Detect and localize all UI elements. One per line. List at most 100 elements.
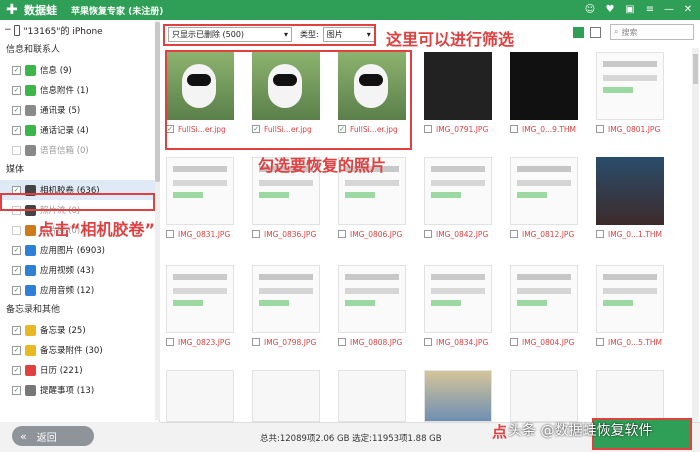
thumbnail-item[interactable]	[424, 370, 492, 422]
thumbnail-image[interactable]	[252, 265, 320, 333]
checkbox[interactable]	[424, 230, 432, 238]
grid-view-icon[interactable]	[573, 27, 584, 38]
sidebar-scroll-thumb[interactable]	[155, 22, 160, 182]
thumbnail-image[interactable]	[596, 370, 664, 422]
checkbox[interactable]	[596, 125, 604, 133]
thumbnail-item[interactable]: IMG_0842.JPG	[424, 157, 492, 241]
thumbnail-item[interactable]: IMG_0...9.THM	[510, 52, 578, 136]
thumbnail-image[interactable]	[510, 265, 578, 333]
search-box[interactable]: ⌕ 搜索	[610, 24, 694, 40]
thumbnail-item[interactable]	[166, 370, 234, 422]
sidebar-item[interactable]: ✓ 应用视频 (43)	[0, 260, 159, 280]
checkbox[interactable]: ✓	[12, 85, 21, 95]
thumbnail-item[interactable]: IMG_0801.JPG	[596, 52, 664, 136]
checkbox[interactable]	[12, 225, 21, 235]
sidebar-item[interactable]: ✓ 应用图片 (6903)	[0, 240, 159, 260]
checkbox[interactable]	[252, 230, 260, 238]
thumbnail-item[interactable]	[510, 370, 578, 422]
checkbox[interactable]	[510, 230, 518, 238]
sidebar-item[interactable]: ✓ 通话记录 (4)	[0, 120, 159, 140]
thumbnail-image[interactable]	[166, 157, 234, 225]
list-view-icon[interactable]	[590, 27, 601, 38]
thumbnail-label: IMG_0831.JPG	[166, 227, 234, 241]
checkbox[interactable]	[166, 338, 174, 346]
sidebar-item[interactable]: ✓ 备忘录附件 (30)	[0, 340, 159, 360]
thumbnail-image[interactable]	[424, 52, 492, 120]
thumbnail-item[interactable]: IMG_0823.JPG	[166, 265, 234, 349]
sidebar-item[interactable]: ✓ 通讯录 (5)	[0, 100, 159, 120]
thumbnail-item[interactable]: IMG_0804.JPG	[510, 265, 578, 349]
thumbnail-image[interactable]	[596, 157, 664, 225]
checkbox[interactable]	[338, 338, 346, 346]
grid-scrollbar[interactable]	[692, 48, 699, 422]
collapse-icon[interactable]: −	[4, 25, 12, 35]
minimize-icon[interactable]: —	[662, 3, 676, 17]
checkbox[interactable]	[166, 230, 174, 238]
thumbnail-item[interactable]	[596, 370, 664, 422]
sidebar-item[interactable]: ✓ 应用音频 (12)	[0, 280, 159, 300]
checkbox[interactable]	[338, 230, 346, 238]
thumbnail-image[interactable]	[424, 265, 492, 333]
checkbox[interactable]: ✓	[12, 385, 21, 395]
checkbox[interactable]: ✓	[12, 345, 21, 355]
checkbox[interactable]	[510, 125, 518, 133]
thumbnail-item[interactable]	[338, 370, 406, 422]
close-icon[interactable]: ✕	[681, 3, 695, 17]
file-name: IMG_0834.JPG	[436, 337, 489, 347]
thumbnail-item[interactable]	[252, 370, 320, 422]
checkbox[interactable]	[596, 338, 604, 346]
checkbox[interactable]: ✓	[12, 125, 21, 135]
checkbox[interactable]	[424, 125, 432, 133]
checkbox[interactable]: ✓	[12, 65, 21, 75]
thumbnail-item[interactable]: IMG_0798.JPG	[252, 265, 320, 349]
back-label: 返回	[36, 432, 57, 444]
user-icon[interactable]: ☺	[583, 3, 597, 17]
file-name: IMG_0801.JPG	[608, 124, 661, 134]
grid-scroll-thumb[interactable]	[693, 54, 698, 84]
thumbnail-item[interactable]: IMG_0791.JPG	[424, 52, 492, 136]
checkbox[interactable]: ✓	[12, 365, 21, 375]
search-input[interactable]: 搜索	[621, 27, 637, 38]
thumbnail-image[interactable]	[510, 370, 578, 422]
thumbnail-image[interactable]	[338, 370, 406, 422]
checkbox[interactable]	[424, 338, 432, 346]
checkbox[interactable]	[596, 230, 604, 238]
thumbnail-image[interactable]	[424, 370, 492, 422]
feedback-icon[interactable]: ▣	[623, 3, 637, 17]
checkbox[interactable]: ✓	[12, 245, 21, 255]
thumbnail-item[interactable]: IMG_0831.JPG	[166, 157, 234, 241]
menu-icon[interactable]: ≡	[643, 3, 657, 17]
thumbnail-image[interactable]	[596, 265, 664, 333]
thumbnail-image[interactable]	[510, 52, 578, 120]
thumbnail-item[interactable]: IMG_0...1.THM	[596, 157, 664, 241]
thumbnail-image[interactable]	[166, 370, 234, 422]
sidebar-item[interactable]: ✓ 备忘录 (25)	[0, 320, 159, 340]
checkbox[interactable]	[252, 338, 260, 346]
checkbox[interactable]: ✓	[12, 325, 21, 335]
checkbox[interactable]: ✓	[12, 265, 21, 275]
thumbnail-image[interactable]	[596, 52, 664, 120]
thumbnail-image[interactable]	[424, 157, 492, 225]
sidebar-item[interactable]: ✓ 提醒事项 (13)	[0, 380, 159, 400]
checkbox[interactable]	[510, 338, 518, 346]
thumbnail-item[interactable]: IMG_0834.JPG	[424, 265, 492, 349]
thumbnail-image[interactable]	[510, 157, 578, 225]
sidebar-item[interactable]: ✓ 日历 (221)	[0, 360, 159, 380]
sidebar-scrollbar[interactable]	[155, 20, 160, 420]
cart-icon[interactable]: ♥	[603, 3, 617, 17]
checkbox[interactable]	[12, 145, 21, 155]
back-button[interactable]: « 返回	[12, 426, 94, 446]
thumbnail-image[interactable]	[252, 370, 320, 422]
sidebar-item[interactable]: 语音信箱 (0)	[0, 140, 159, 160]
thumbnail-item[interactable]: IMG_0808.JPG	[338, 265, 406, 349]
device-row[interactable]: − "13165"的 iPhone	[0, 20, 159, 40]
search-icon: ⌕	[614, 27, 619, 36]
checkbox[interactable]: ✓	[12, 285, 21, 295]
thumbnail-item[interactable]: IMG_0...5.THM	[596, 265, 664, 349]
sidebar-item[interactable]: ✓ 信息 (9)	[0, 60, 159, 80]
thumbnail-image[interactable]	[166, 265, 234, 333]
checkbox[interactable]: ✓	[12, 105, 21, 115]
thumbnail-image[interactable]	[338, 265, 406, 333]
thumbnail-item[interactable]: IMG_0812.JPG	[510, 157, 578, 241]
sidebar-item[interactable]: ✓ 信息附件 (1)	[0, 80, 159, 100]
